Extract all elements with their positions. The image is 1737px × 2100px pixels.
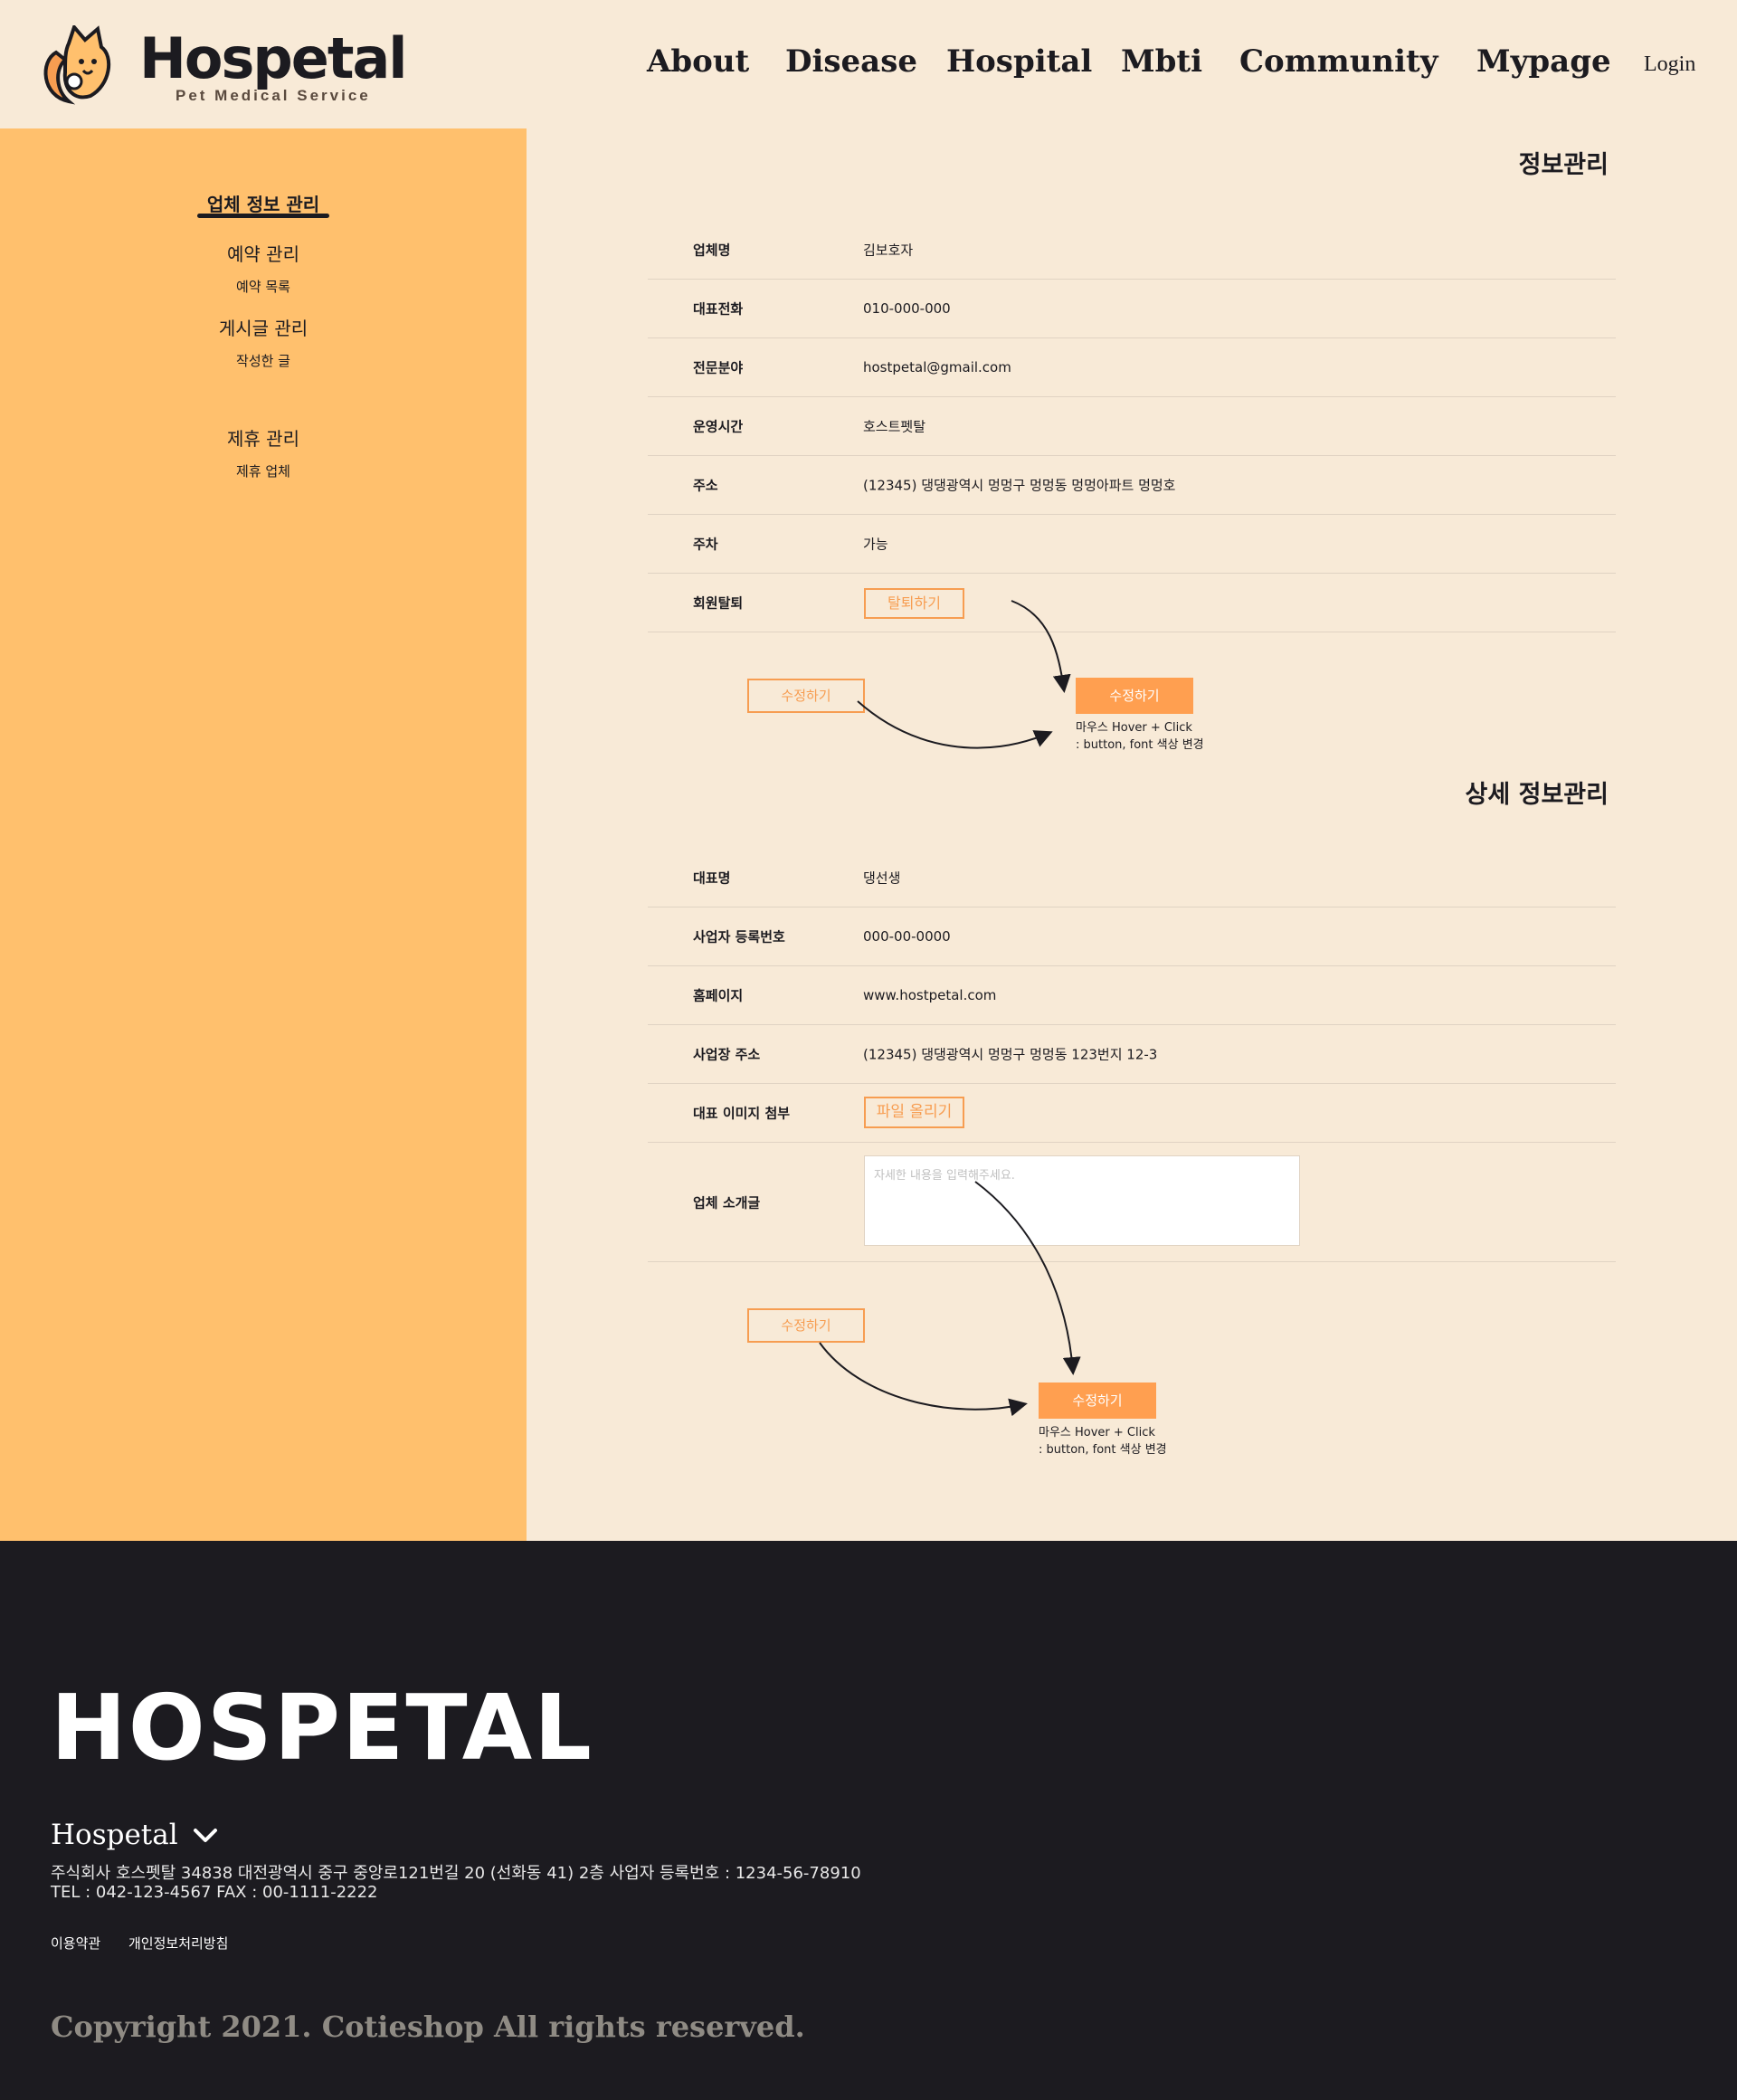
footer-company-name[interactable]: Hospetal — [51, 1819, 178, 1851]
info-row: 회원탈퇴 — [648, 574, 1616, 632]
hover-note: 마우스 Hover + Click : button, font 색상 변경 — [1039, 1424, 1167, 1459]
row-label: 업체 소개글 — [693, 1194, 761, 1211]
row-value: (12345) 댕댕광역시 멍멍구 멍멍동 123번지 12-3 — [863, 1046, 1158, 1063]
footer-address: 주식회사 호스펫탈 34838 대전광역시 중구 중앙로121번길 20 (선화… — [51, 1864, 861, 1883]
hover-note-line: 마우스 Hover + Click — [1039, 1426, 1155, 1440]
hover-note-line: : button, font 색상 변경 — [1076, 738, 1204, 752]
nav-hospital[interactable]: Hospital — [946, 43, 1092, 80]
info-row: 운영시간 호스트펫탈 — [648, 397, 1616, 456]
row-value: 김보호자 — [863, 242, 914, 259]
row-label: 대표전화 — [693, 300, 744, 318]
nav-community[interactable]: Community — [1239, 43, 1438, 80]
sidebar — [0, 128, 527, 1541]
copyright: Copyright 2021. Cotieshop All rights res… — [51, 2010, 805, 2044]
row-value: hostpetal@gmail.com — [863, 359, 1011, 375]
hover-note-line: 마우스 Hover + Click — [1076, 721, 1192, 735]
hover-note: 마우스 Hover + Click : button, font 색상 변경 — [1076, 719, 1204, 754]
sidebar-item-reservation[interactable]: 예약 관리 — [0, 240, 527, 266]
detail-row: 대표 이미지 첨부 — [648, 1084, 1616, 1143]
row-label: 전문분야 — [693, 359, 744, 376]
row-label: 운영시간 — [693, 418, 744, 435]
nav-about[interactable]: About — [647, 43, 749, 80]
withdraw-button[interactable]: 탈퇴하기 — [864, 588, 964, 619]
row-label: 사업자 등록번호 — [693, 928, 785, 945]
active-underline — [197, 214, 329, 218]
sidebar-subitem-my-posts[interactable]: 작성한 글 — [0, 351, 527, 370]
row-label: 대표 이미지 첨부 — [693, 1105, 791, 1122]
footer-logo-text: HOSPETAL — [51, 1675, 593, 1781]
login-link[interactable]: Login — [1644, 52, 1695, 77]
sidebar-item-posts[interactable]: 게시글 관리 — [0, 314, 527, 340]
nav-mbti[interactable]: Mbti — [1121, 43, 1202, 80]
main-nav: About Disease Hospital Mbti Community My… — [0, 43, 1737, 89]
info-section-title: 정보관리 — [1518, 151, 1609, 179]
privacy-link[interactable]: 개인정보처리방침 — [128, 1934, 228, 1953]
info-row: 전문분야 hostpetal@gmail.com — [648, 338, 1616, 397]
edit-button-default[interactable]: 수정하기 — [747, 1308, 865, 1343]
row-value: 000-00-0000 — [863, 928, 951, 945]
hover-note-line: : button, font 색상 변경 — [1039, 1443, 1167, 1457]
detail-row: 사업장 주소 (12345) 댕댕광역시 멍멍구 멍멍동 123번지 12-3 — [648, 1025, 1616, 1084]
info-row: 업체명 김보호자 — [648, 221, 1616, 280]
row-label: 홈페이지 — [693, 987, 744, 1004]
arrow — [857, 700, 1053, 749]
sidebar-subitem-partners[interactable]: 제휴 업체 — [0, 461, 527, 480]
detail-row: 홈페이지 www.hostpetal.com — [648, 966, 1616, 1025]
row-value: 호스트펫탈 — [863, 418, 926, 435]
footer-contact: TEL : 042-123-4567 FAX : 00-1111-2222 — [51, 1883, 378, 1902]
nav-disease[interactable]: Disease — [785, 43, 917, 80]
sidebar-subitem-reservation-list[interactable]: 예약 목록 — [0, 277, 527, 296]
row-label: 주소 — [693, 477, 718, 494]
footer: HOSPETAL Hospetal 주식회사 호스펫탈 34838 대전광역시 … — [0, 1541, 1737, 2100]
file-upload-button[interactable]: 파일 올리기 — [864, 1097, 964, 1128]
row-label: 주차 — [693, 536, 718, 553]
row-label: 사업장 주소 — [693, 1046, 761, 1063]
sidebar-item-company-info[interactable]: 업체 정보 관리 — [0, 190, 527, 216]
detail-section-title: 상세 정보관리 — [1465, 781, 1609, 809]
info-row: 주소 (12345) 댕댕광역시 멍멍구 멍멍동 멍멍아파트 멍멍호 — [648, 456, 1616, 515]
row-value: 댕선생 — [863, 869, 901, 887]
row-label: 업체명 — [693, 242, 731, 259]
row-label: 회원탈퇴 — [693, 594, 744, 612]
edit-button-default[interactable]: 수정하기 — [747, 679, 865, 713]
footer-logo: HOSPETAL — [51, 1675, 592, 1783]
row-value: 010-000-000 — [863, 300, 951, 317]
logo-subtitle: Pet Medical Service — [176, 87, 371, 104]
row-value: (12345) 댕댕광역시 멍멍구 멍멍동 멍멍아파트 멍멍호 — [863, 477, 1176, 494]
company-intro-textarea[interactable]: 자세한 내용을 입력해주세요. — [864, 1155, 1300, 1246]
row-value: www.hostpetal.com — [863, 987, 997, 1003]
chevron-down-icon[interactable] — [193, 1827, 218, 1845]
arrow — [819, 1342, 1028, 1417]
row-value: 가능 — [863, 536, 888, 553]
detail-row: 대표명 댕선생 — [648, 849, 1616, 907]
edit-button-hover[interactable]: 수정하기 — [1039, 1383, 1156, 1419]
sidebar-item-partnership[interactable]: 제휴 관리 — [0, 424, 527, 451]
nav-mypage[interactable]: Mypage — [1476, 43, 1611, 80]
detail-row: 사업자 등록번호 000-00-0000 — [648, 907, 1616, 966]
info-row: 주차 가능 — [648, 515, 1616, 574]
edit-button-hover[interactable]: 수정하기 — [1076, 678, 1193, 714]
header: Hospetal Pet Medical Service About Disea… — [0, 0, 1737, 128]
info-row: 대표전화 010-000-000 — [648, 280, 1616, 338]
terms-link[interactable]: 이용약관 — [51, 1934, 100, 1953]
row-label: 대표명 — [693, 869, 731, 887]
